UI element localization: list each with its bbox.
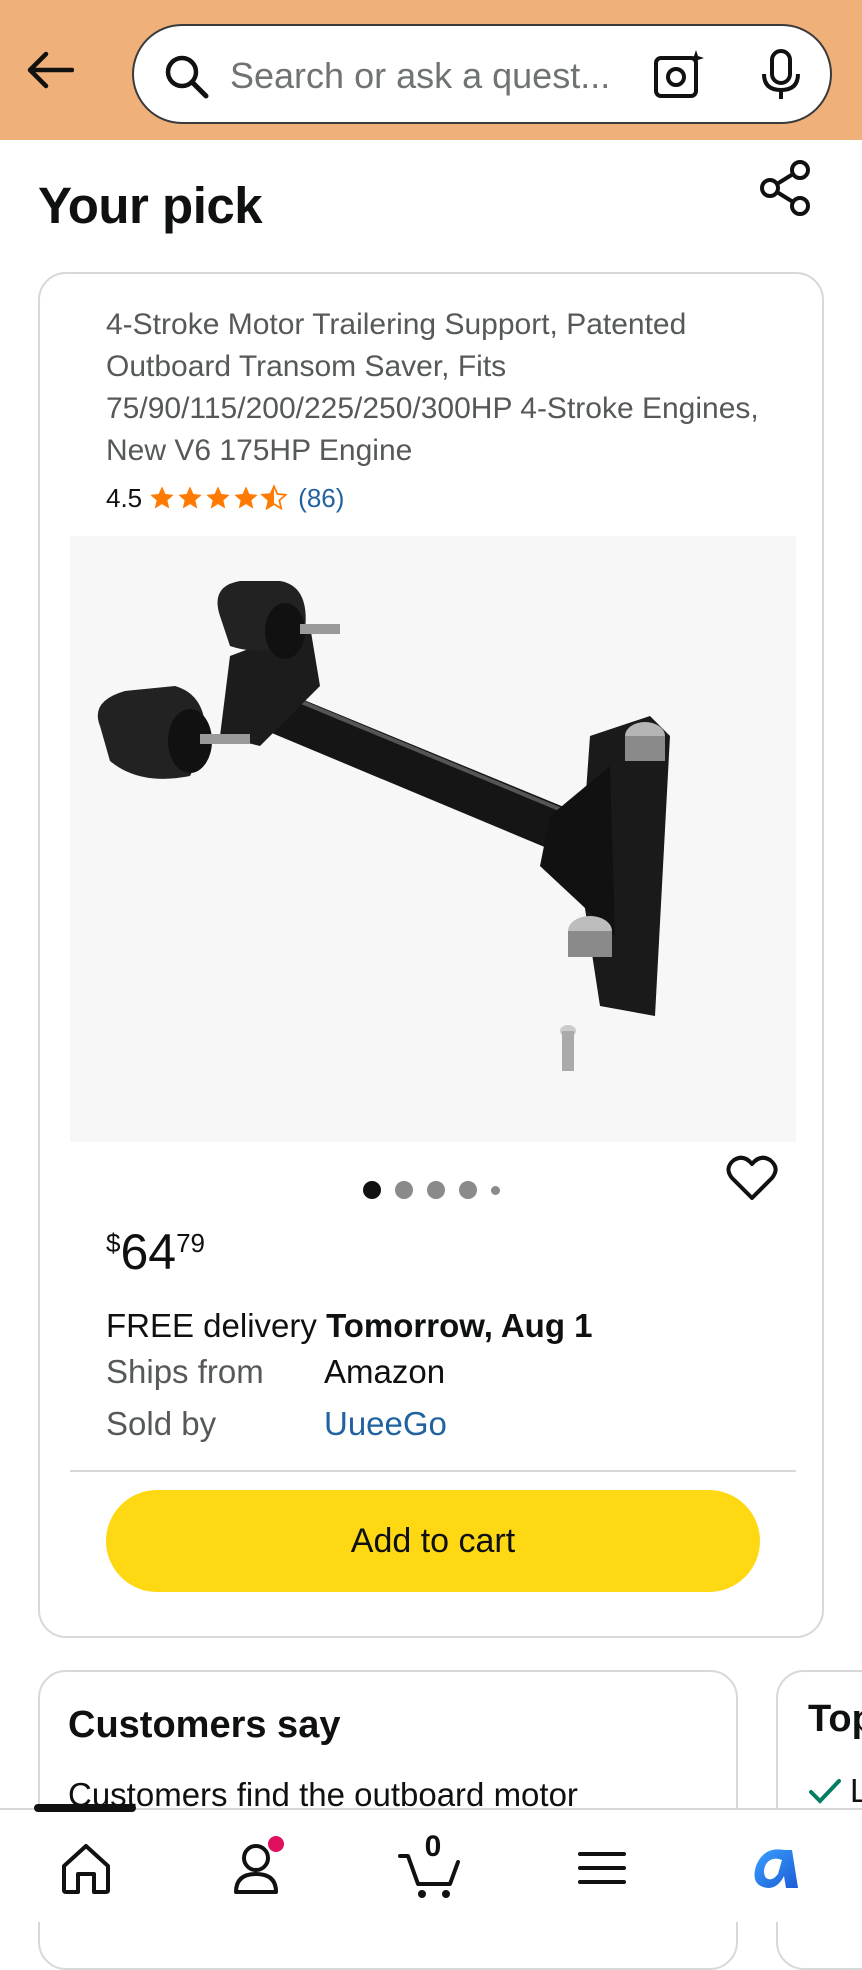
top-card-item: L xyxy=(808,1772,862,1810)
seller-link[interactable]: UueeGo xyxy=(324,1402,447,1446)
customers-say-title: Customers say xyxy=(68,1704,341,1746)
notification-dot xyxy=(268,1836,284,1852)
nav-account[interactable] xyxy=(226,1836,290,1900)
ships-from-value: Amazon xyxy=(324,1353,446,1390)
price-whole: 64 xyxy=(120,1224,177,1280)
price: $ 64 79 xyxy=(106,1222,205,1286)
ships-from-row: Ships from Amazon xyxy=(106,1350,445,1394)
bottom-navigation: 0 xyxy=(0,1804,862,1922)
rufus-icon xyxy=(754,1849,798,1888)
product-image[interactable] xyxy=(70,536,796,1142)
star-icon xyxy=(178,486,202,509)
camera-lens-icon[interactable] xyxy=(652,48,706,102)
nav-cart[interactable]: 0 xyxy=(398,1830,462,1900)
ships-from-label: Ships from xyxy=(106,1353,264,1390)
share-button[interactable] xyxy=(756,158,816,218)
menu-icon xyxy=(578,1852,626,1884)
back-button[interactable] xyxy=(22,42,78,98)
share-icon xyxy=(760,160,810,216)
half-star-icon xyxy=(260,484,288,511)
nav-menu[interactable] xyxy=(570,1836,634,1900)
heart-icon xyxy=(726,1155,778,1200)
delivery-info: FREE delivery Tomorrow, Aug 1 xyxy=(106,1304,593,1348)
star-icon xyxy=(150,486,174,509)
carousel-dot[interactable] xyxy=(458,1181,477,1199)
star-rating xyxy=(148,484,288,512)
top-card-item-text: L xyxy=(850,1772,862,1809)
home-icon xyxy=(62,1844,110,1894)
transom-saver-image xyxy=(97,581,670,1071)
star-icon xyxy=(234,486,258,509)
product-title[interactable]: 4-Stroke Motor Trailering Support, Paten… xyxy=(106,304,766,472)
checkmark-icon xyxy=(809,1779,841,1804)
account-icon xyxy=(234,1836,284,1894)
price-fraction: 79 xyxy=(176,1228,206,1258)
search-header: Search or ask a quest... xyxy=(0,0,862,140)
carousel-dot[interactable] xyxy=(426,1181,445,1199)
page-title: Your pick xyxy=(38,177,263,234)
back-arrow-icon xyxy=(27,51,74,89)
carousel-dot[interactable] xyxy=(394,1181,413,1199)
rating-row[interactable]: 4.5 (86) xyxy=(106,480,344,516)
star-icon xyxy=(206,486,230,509)
add-to-cart-button[interactable]: Add to cart xyxy=(106,1490,760,1592)
product-card: 4-Stroke Motor Trailering Support, Paten… xyxy=(38,272,824,1638)
cart-count: 0 xyxy=(424,1830,442,1863)
rating-value: 4.5 xyxy=(106,482,143,513)
microphone-icon[interactable] xyxy=(758,48,804,102)
nav-home[interactable] xyxy=(54,1836,118,1900)
wishlist-button[interactable] xyxy=(726,1152,778,1204)
nav-rufus[interactable] xyxy=(744,1836,808,1900)
divider xyxy=(70,1470,796,1472)
search-bar[interactable]: Search or ask a quest... xyxy=(132,24,832,124)
delivery-prefix: FREE delivery xyxy=(106,1307,317,1344)
sold-by-label: Sold by xyxy=(106,1405,217,1442)
review-count-link[interactable]: (86) xyxy=(298,483,344,514)
sold-by-row: Sold by UueeGo xyxy=(106,1402,447,1446)
delivery-date: Tomorrow, Aug 1 xyxy=(326,1307,593,1344)
price-currency: $ xyxy=(106,1228,121,1258)
active-tab-indicator xyxy=(34,1804,136,1812)
image-carousel-dots[interactable] xyxy=(40,1178,822,1202)
carousel-dot[interactable] xyxy=(490,1185,500,1195)
top-card-title: Top xyxy=(808,1698,862,1740)
carousel-dot[interactable] xyxy=(362,1181,381,1199)
search-icon xyxy=(165,55,209,99)
